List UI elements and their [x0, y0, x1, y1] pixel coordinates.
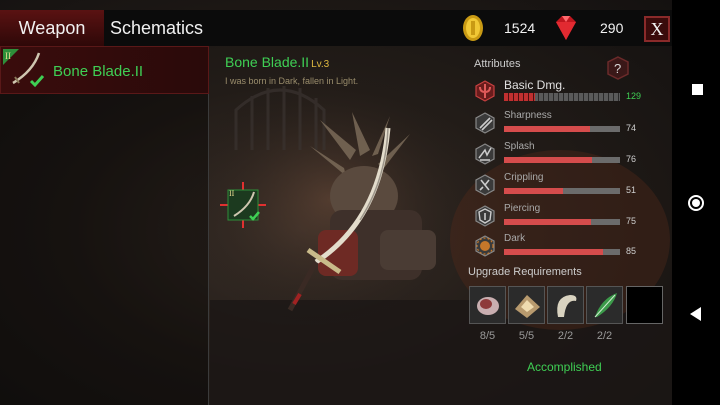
slash-icon — [474, 112, 496, 134]
attribute-value: 51 — [626, 185, 637, 195]
sickle-blade-icon — [557, 295, 577, 317]
marker-rank-badge: II — [229, 189, 235, 198]
attribute-value: 129 — [626, 91, 642, 101]
attribute-bar-fill — [504, 249, 603, 255]
piercing-shield-icon — [474, 205, 496, 227]
attribute-bar — [504, 249, 620, 255]
recent-apps-button[interactable] — [692, 84, 703, 95]
tab-weapon[interactable]: Weapon — [0, 10, 104, 46]
attribute-label: Basic Dmg. — [504, 78, 566, 92]
green-feather-icon — [594, 293, 617, 318]
upgrade-slot[interactable] — [508, 286, 545, 324]
upgrade-status: Accomplished — [527, 360, 602, 374]
help-label: ? — [614, 61, 621, 76]
attribute-bar-fill — [504, 188, 564, 194]
upgrade-slot[interactable] — [586, 286, 623, 324]
attribute-value: 85 — [626, 246, 637, 256]
weapon-level: Lv.3 — [311, 59, 330, 70]
weapon-name: Bone Blade.II — [53, 63, 144, 80]
weapon-title: Bone Blade.II Lv.3 — [225, 54, 329, 70]
attribute-bar — [504, 93, 620, 101]
attribute-bar-fill — [504, 157, 593, 163]
attribute-label: Piercing — [504, 203, 541, 214]
help-icon: ? — [607, 56, 629, 80]
attribute-bar-fill — [504, 126, 590, 132]
tab-schematics[interactable]: Schematics — [110, 10, 203, 46]
help-button[interactable]: ? — [606, 56, 630, 80]
upgrade-slot[interactable] — [469, 286, 506, 324]
gold-amount: 1524 — [504, 20, 536, 36]
weapon-title-name: Bone Blade.II — [225, 54, 310, 70]
empty-upgrade-slot[interactable] — [626, 286, 663, 324]
weapon-list: II Bone Blade.II — [0, 46, 209, 405]
attribute-label: Sharpness — [504, 110, 552, 121]
splash-icon — [474, 143, 496, 165]
gold-coin-icon — [460, 12, 486, 44]
weapon-list-item[interactable]: II Bone Blade.II — [0, 46, 209, 94]
upgrade-count: 2/2 — [557, 330, 574, 342]
upgrade-slot[interactable] — [547, 286, 584, 324]
bone-blade-icon: II — [3, 49, 45, 88]
crippling-icon — [474, 174, 496, 196]
attribute-value: 74 — [626, 123, 637, 133]
attributes-title: Attributes — [474, 58, 521, 70]
attribute-bar — [504, 157, 620, 163]
close-button[interactable]: X — [644, 16, 670, 42]
attribute-label: Splash — [504, 141, 535, 152]
attribute-bar — [504, 219, 620, 225]
attribute-label: Dark — [504, 233, 526, 244]
bone-material-icon — [477, 297, 499, 315]
upgrade-requirements-title: Upgrade Requirements — [468, 266, 582, 278]
weapon-description: I was born in Dark, fallen in Light. — [225, 76, 359, 86]
attribute-value: 76 — [626, 154, 637, 164]
top-bar: Weapon Schematics 1524 290 — [0, 10, 672, 46]
hero-with-bone-blade-image — [287, 112, 436, 312]
gem-icon — [552, 12, 580, 44]
upgrade-count: 8/5 — [479, 330, 496, 342]
attribute-bar — [504, 188, 620, 194]
weapon-rank-badge: II — [5, 51, 11, 61]
gem-amount: 290 — [600, 20, 624, 36]
trident-icon — [474, 80, 496, 102]
dark-sun-icon — [474, 235, 496, 257]
game-screen: Weapon Schematics 1524 290 X II Bone Bla… — [0, 0, 672, 405]
upgrade-count: 2/2 — [596, 330, 613, 342]
upgrade-count: 5/5 — [518, 330, 535, 342]
back-button[interactable] — [690, 307, 701, 321]
crystal-ore-icon — [515, 295, 540, 318]
system-navigation-bar — [672, 0, 720, 405]
attribute-value: 75 — [626, 216, 637, 226]
attribute-label: Crippling — [504, 172, 544, 183]
attribute-bar-fill — [504, 219, 591, 225]
attribute-bar — [504, 126, 620, 132]
attribute-bar-fill — [504, 93, 536, 101]
